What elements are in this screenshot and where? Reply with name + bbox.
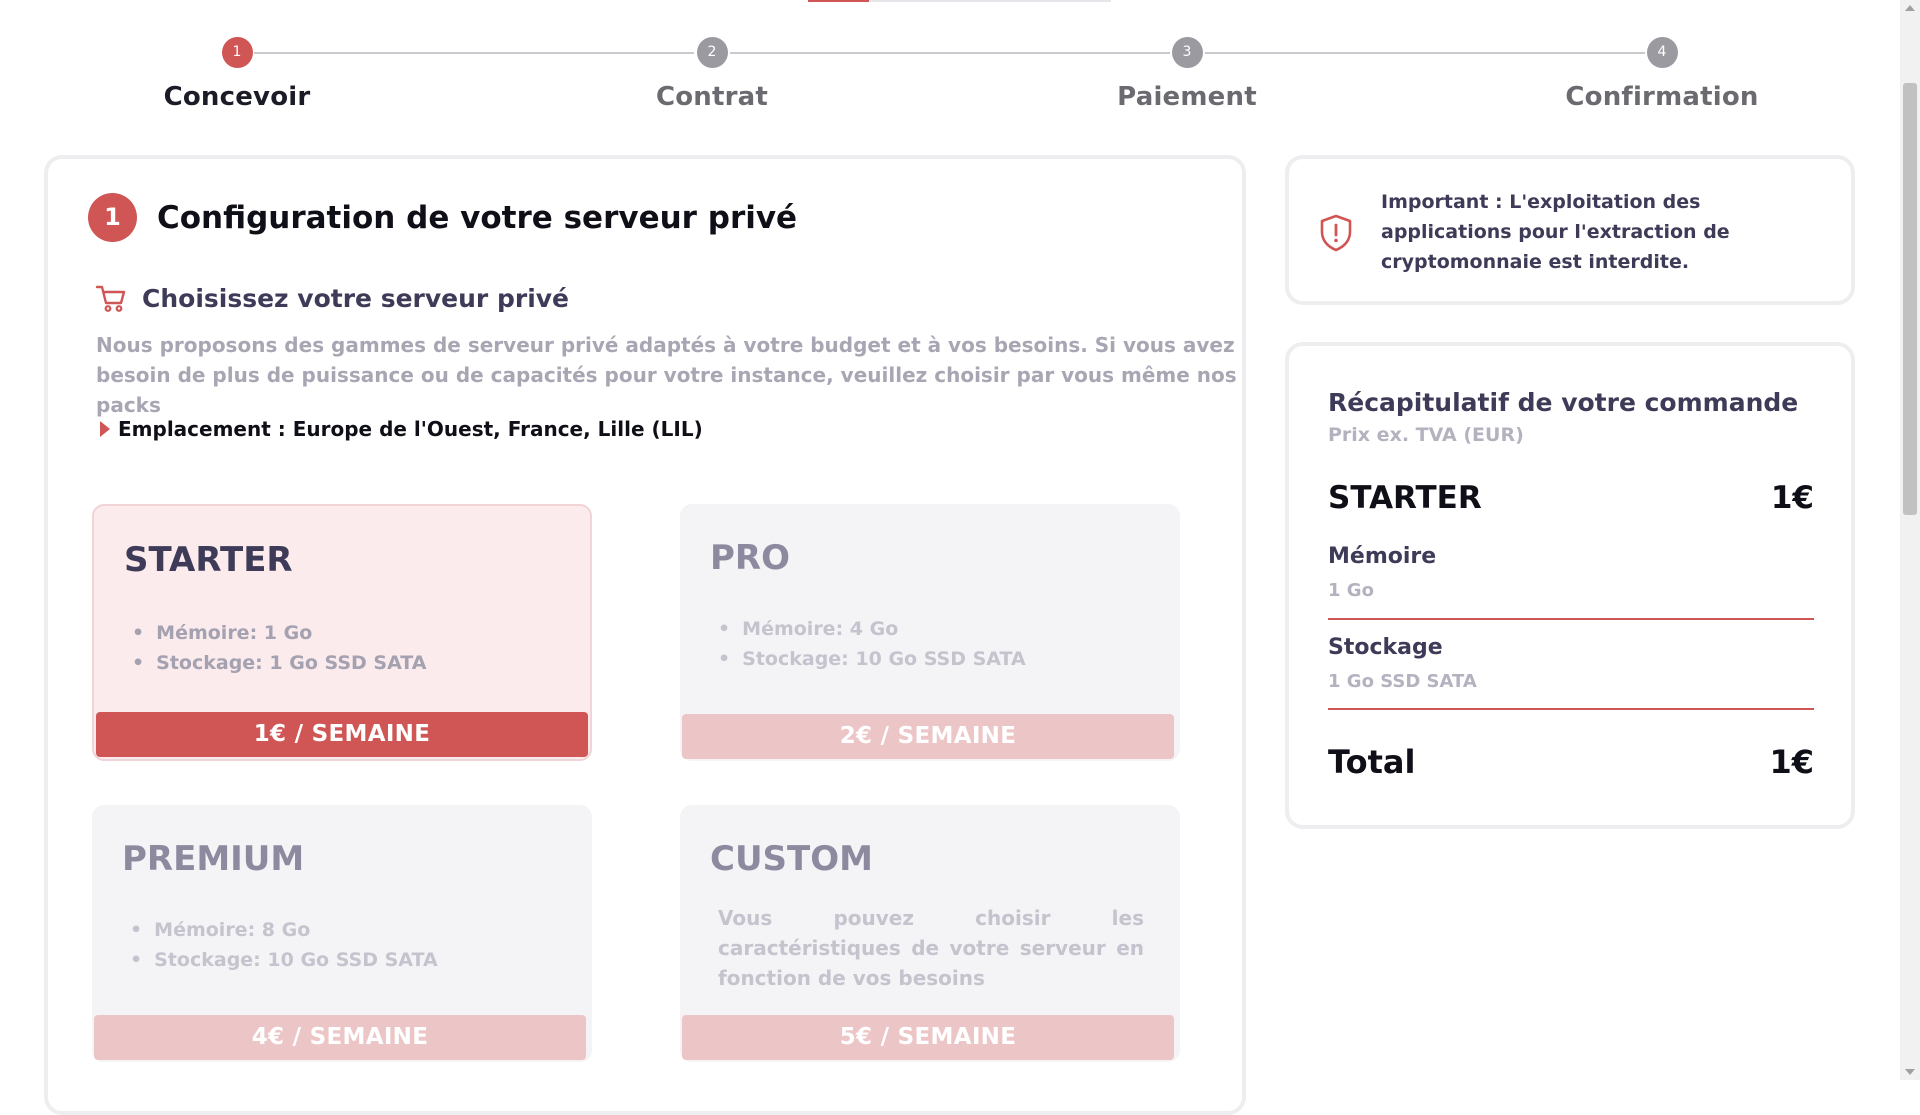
plan-memory: Mémoire: 4 Go xyxy=(718,614,1026,644)
summary-divider xyxy=(1328,708,1814,710)
step-label: Confirmation xyxy=(1565,82,1759,112)
step-number: 1 xyxy=(221,37,253,68)
plan-features: Mémoire: 1 Go Stockage: 1 Go SSD SATA xyxy=(132,618,427,678)
page-scrollbar[interactable] xyxy=(1900,0,1920,1080)
location-text: Emplacement : Europe de l'Ouest, France,… xyxy=(118,417,703,441)
plan-price-button[interactable]: 2€ / SEMAINE xyxy=(682,714,1174,759)
plan-name: PRO xyxy=(710,538,791,578)
plan-features: Mémoire: 8 Go Stockage: 10 Go SSD SATA xyxy=(130,915,438,975)
step-label: Concevoir xyxy=(163,82,311,112)
plan-name: CUSTOM xyxy=(710,839,873,879)
summary-subtitle: Prix ex. TVA (EUR) xyxy=(1328,424,1524,446)
caret-right-icon xyxy=(100,421,110,437)
summary-storage-label: Stockage xyxy=(1328,635,1443,660)
top-progress-bar xyxy=(808,0,1111,2)
step-paiement[interactable]: 3 Paiement xyxy=(1067,34,1307,112)
step-number: 2 xyxy=(696,37,728,68)
plan-price-button[interactable]: 4€ / SEMAINE xyxy=(94,1015,586,1060)
summary-plan-price: 1€ xyxy=(1770,480,1814,516)
top-progress-fill xyxy=(808,0,869,2)
step-confirmation[interactable]: 4 Confirmation xyxy=(1542,34,1782,112)
summary-total-label: Total xyxy=(1328,743,1416,781)
step-number: 4 xyxy=(1646,37,1678,68)
plan-memory: Mémoire: 1 Go xyxy=(132,618,427,648)
summary-storage-value: 1 Go SSD SATA xyxy=(1328,671,1477,692)
step-label: Contrat xyxy=(655,82,769,112)
step-concevoir[interactable]: 1 Concevoir xyxy=(117,34,357,112)
plan-memory: Mémoire: 8 Go xyxy=(130,915,438,945)
cart-icon xyxy=(95,285,126,312)
location-info: Emplacement : Europe de l'Ouest, France,… xyxy=(100,417,703,441)
plan-price-button[interactable]: 1€ / SEMAINE xyxy=(96,712,588,757)
configuration-card: 1 Configuration de votre serveur privé C… xyxy=(44,155,1246,1115)
summary-memory-value: 1 Go xyxy=(1328,580,1374,601)
plan-storage: Stockage: 10 Go SSD SATA xyxy=(718,644,1026,674)
summary-divider xyxy=(1328,618,1814,620)
checkout-stepper: 1 Concevoir 2 Contrat 3 Paiement 4 Confi… xyxy=(0,34,1900,124)
plan-name: PREMIUM xyxy=(122,839,305,879)
plan-name: STARTER xyxy=(124,540,293,580)
step-label: Paiement xyxy=(1117,82,1257,112)
configuration-header: 1 Configuration de votre serveur privé xyxy=(88,193,797,242)
plans-description: Nous proposons des gammes de serveur pri… xyxy=(96,333,1237,417)
summary-plan-row: STARTER 1€ xyxy=(1328,480,1814,516)
plan-card-custom[interactable]: CUSTOM Vous pouvez choisir les caractéri… xyxy=(680,805,1180,1062)
summary-total-price: 1€ xyxy=(1769,743,1814,781)
scrollbar-thumb[interactable] xyxy=(1903,83,1917,515)
page-title: Configuration de votre serveur privé xyxy=(157,199,798,236)
plan-storage: Stockage: 10 Go SSD SATA xyxy=(130,945,438,975)
warning-text: Important : L'exploitation des applicati… xyxy=(1381,191,1730,273)
shield-alert-icon xyxy=(1320,214,1352,252)
plan-price-button[interactable]: 5€ / SEMAINE xyxy=(682,1015,1174,1060)
choose-server-header: Choisissez votre serveur privé xyxy=(94,281,569,315)
scroll-up-arrow-icon[interactable] xyxy=(1905,5,1915,11)
plan-card-premium[interactable]: PREMIUM Mémoire: 8 Go Stockage: 10 Go SS… xyxy=(92,805,592,1062)
plan-card-starter[interactable]: STARTER Mémoire: 1 Go Stockage: 1 Go SSD… xyxy=(92,504,592,761)
plan-description: Vous pouvez choisir les caractéristiques… xyxy=(718,906,1144,990)
summary-plan-name: STARTER xyxy=(1328,480,1482,516)
choose-server-title: Choisissez votre serveur privé xyxy=(142,283,570,313)
plan-storage: Stockage: 1 Go SSD SATA xyxy=(132,648,426,678)
scroll-down-arrow-icon[interactable] xyxy=(1905,1069,1915,1075)
order-summary-card: Récapitulatif de votre commande Prix ex.… xyxy=(1285,342,1855,829)
summary-memory-label: Mémoire xyxy=(1328,544,1437,569)
plan-card-pro[interactable]: PRO Mémoire: 4 Go Stockage: 10 Go SSD SA… xyxy=(680,504,1180,761)
summary-total-row: Total 1€ xyxy=(1328,743,1814,781)
step-number: 3 xyxy=(1171,37,1203,68)
crypto-warning-card: Important : L'exploitation des applicati… xyxy=(1285,155,1855,305)
plan-features: Mémoire: 4 Go Stockage: 10 Go SSD SATA xyxy=(718,614,1026,674)
step-contrat[interactable]: 2 Contrat xyxy=(592,34,832,112)
section-number-badge: 1 xyxy=(88,193,137,242)
summary-title: Récapitulatif de votre commande xyxy=(1328,388,1799,417)
